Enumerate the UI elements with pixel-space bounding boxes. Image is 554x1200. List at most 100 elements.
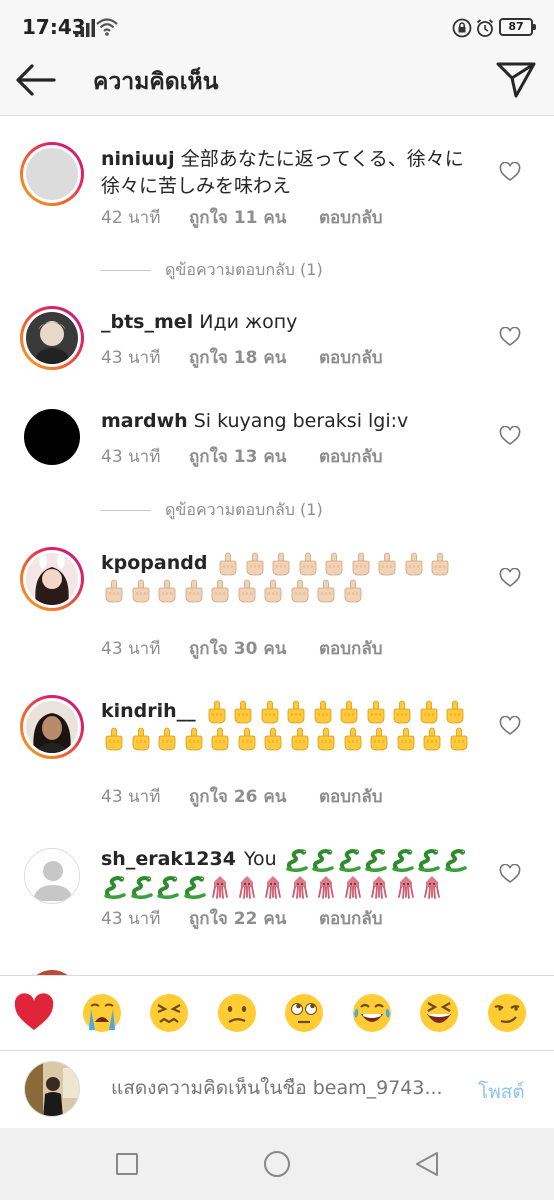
middle-finger-emoji xyxy=(204,698,231,725)
avatar[interactable] xyxy=(20,306,84,370)
comment-text: _bts_mel Иди жопу xyxy=(101,309,481,336)
middle-finger-emoji xyxy=(313,577,340,604)
middle-finger-emoji xyxy=(181,725,208,752)
comment-body: Si kuyang beraksi lgi:v xyxy=(193,410,409,432)
snake-emoji xyxy=(389,846,416,873)
middle-finger-emoji xyxy=(257,698,284,725)
red-heart-emoji-button[interactable] xyxy=(13,992,55,1034)
comment-text: mardwh Si kuyang beraksi lgi:v xyxy=(101,408,481,435)
lock-rotation-icon xyxy=(452,18,472,38)
view-replies[interactable]: ดูข้อความตอบกลับ (1) xyxy=(101,258,323,279)
grinning-squinting-face-emoji-button[interactable] xyxy=(418,992,460,1034)
reply-button[interactable]: ตอบกลับ xyxy=(319,783,383,810)
face-with-rolling-eyes-emoji-button[interactable] xyxy=(283,992,325,1034)
snake-emoji xyxy=(362,846,389,873)
middle-finger-emoji xyxy=(230,698,257,725)
middle-finger-emoji xyxy=(374,550,401,577)
squid-emoji xyxy=(287,873,314,900)
page-title: ความคิดเห็น xyxy=(93,69,219,95)
middle-finger-emoji xyxy=(393,725,420,752)
avatar[interactable] xyxy=(20,142,84,206)
reply-button[interactable]: ตอบกลับ xyxy=(319,905,383,932)
alarm-icon xyxy=(476,19,494,37)
emoji-row: kindrih__ xyxy=(101,698,476,752)
like-heart-icon[interactable] xyxy=(499,426,521,446)
middle-finger-emoji xyxy=(101,577,128,604)
comment-item: kindrih__ 43 นาที ถูกใจ 26 คน ตอบกลับ xyxy=(0,695,554,815)
home-circle-icon[interactable] xyxy=(263,1150,291,1178)
squid-emoji xyxy=(207,873,234,900)
back-arrow-icon[interactable] xyxy=(14,62,58,98)
back-triangle-icon[interactable] xyxy=(413,1150,441,1178)
face-with-tears-of-joy-emoji-button[interactable] xyxy=(351,992,393,1034)
comment-meta: 43 นาที ถูกใจ 22 คน ตอบกลับ xyxy=(101,905,383,932)
comment-body: You xyxy=(243,848,277,870)
comment-likes[interactable]: ถูกใจ 18 คน xyxy=(189,344,319,371)
middle-finger-emoji xyxy=(128,725,155,752)
middle-finger-emoji xyxy=(401,550,428,577)
reply-button[interactable]: ตอบกลับ xyxy=(319,344,383,371)
emoji-reaction-bar xyxy=(0,975,554,1050)
like-heart-icon[interactable] xyxy=(499,716,521,736)
comment-username[interactable]: sh_erak1234 xyxy=(101,846,236,873)
squid-emoji xyxy=(234,873,261,900)
comment-likes[interactable]: ถูกใจ 13 คน xyxy=(189,443,319,470)
confounded-face-emoji-button[interactable] xyxy=(148,992,190,1034)
middle-finger-emoji xyxy=(419,725,446,752)
middle-finger-emoji xyxy=(154,577,181,604)
middle-finger-emoji xyxy=(446,725,473,752)
comment-username[interactable]: niniuuj xyxy=(101,148,175,170)
avatar[interactable] xyxy=(20,695,84,759)
smirking-face-emoji-button[interactable] xyxy=(486,992,528,1034)
comment-meta: 42 นาที ถูกใจ 11 คน ตอบกลับ xyxy=(101,204,383,231)
snake-emoji xyxy=(101,873,128,900)
snake-emoji xyxy=(336,846,363,873)
snake-emoji xyxy=(309,846,336,873)
reply-button[interactable]: ตอบกลับ xyxy=(319,204,383,231)
middle-finger-emoji xyxy=(340,725,367,752)
comment-likes[interactable]: ถูกใจ 22 คน xyxy=(189,905,319,932)
comment-text: sh_erak1234 You xyxy=(101,846,476,900)
comment-likes[interactable]: ถูกใจ 26 คน xyxy=(189,783,319,810)
comment-time: 42 นาที xyxy=(101,208,161,228)
comment-username[interactable]: mardwh xyxy=(101,410,188,432)
middle-finger-emoji xyxy=(416,698,443,725)
comment-item: sh_erak1234 You 43 นาที ถูกใจ 22 คน ตอบกลับ xyxy=(0,843,554,933)
avatar[interactable] xyxy=(20,547,84,611)
middle-finger-emoji xyxy=(234,725,261,752)
middle-finger-emoji xyxy=(340,577,367,604)
comment-body: Иди жопу xyxy=(199,311,298,333)
loudly-crying-face-emoji-button[interactable] xyxy=(81,992,123,1034)
like-heart-icon[interactable] xyxy=(499,568,521,588)
middle-finger-emoji xyxy=(260,725,287,752)
comment-likes[interactable]: ถูกใจ 30 คน xyxy=(189,635,319,662)
comment-input[interactable] xyxy=(111,1077,456,1099)
middle-finger-emoji xyxy=(427,550,454,577)
comment-username[interactable]: kpopandd xyxy=(101,550,207,577)
battery-indicator: 87 xyxy=(499,18,536,36)
middle-finger-emoji xyxy=(348,550,375,577)
middle-finger-emoji xyxy=(154,725,181,752)
post-button[interactable]: โพสต์ xyxy=(478,1077,525,1107)
middle-finger-emoji xyxy=(260,577,287,604)
comment-likes[interactable]: ถูกใจ 11 คน xyxy=(189,204,319,231)
middle-finger-emoji xyxy=(207,725,234,752)
comment-username[interactable]: _bts_mel xyxy=(101,311,193,333)
reply-button[interactable]: ตอบกลับ xyxy=(319,635,383,662)
avatar[interactable] xyxy=(24,409,80,465)
view-replies[interactable]: ดูข้อความตอบกลับ (1) xyxy=(101,498,323,519)
paper-plane-icon[interactable] xyxy=(494,58,538,102)
snake-emoji xyxy=(283,846,310,873)
default-avatar-icon xyxy=(25,849,79,903)
recents-square-icon[interactable] xyxy=(113,1150,141,1178)
comment-item: _bts_mel Иди жопу 43 นาที ถูกใจ 18 คน ตอบก… xyxy=(0,306,554,376)
like-heart-icon[interactable] xyxy=(499,162,521,182)
avatar[interactable] xyxy=(24,848,80,904)
emoji-row: kpopandd xyxy=(101,550,476,604)
confused-face-emoji-button[interactable] xyxy=(216,992,258,1034)
like-heart-icon[interactable] xyxy=(499,864,521,884)
comment-username[interactable]: kindrih__ xyxy=(101,698,196,725)
reply-button[interactable]: ตอบกลับ xyxy=(319,443,383,470)
like-heart-icon[interactable] xyxy=(499,327,521,347)
middle-finger-emoji xyxy=(366,725,393,752)
